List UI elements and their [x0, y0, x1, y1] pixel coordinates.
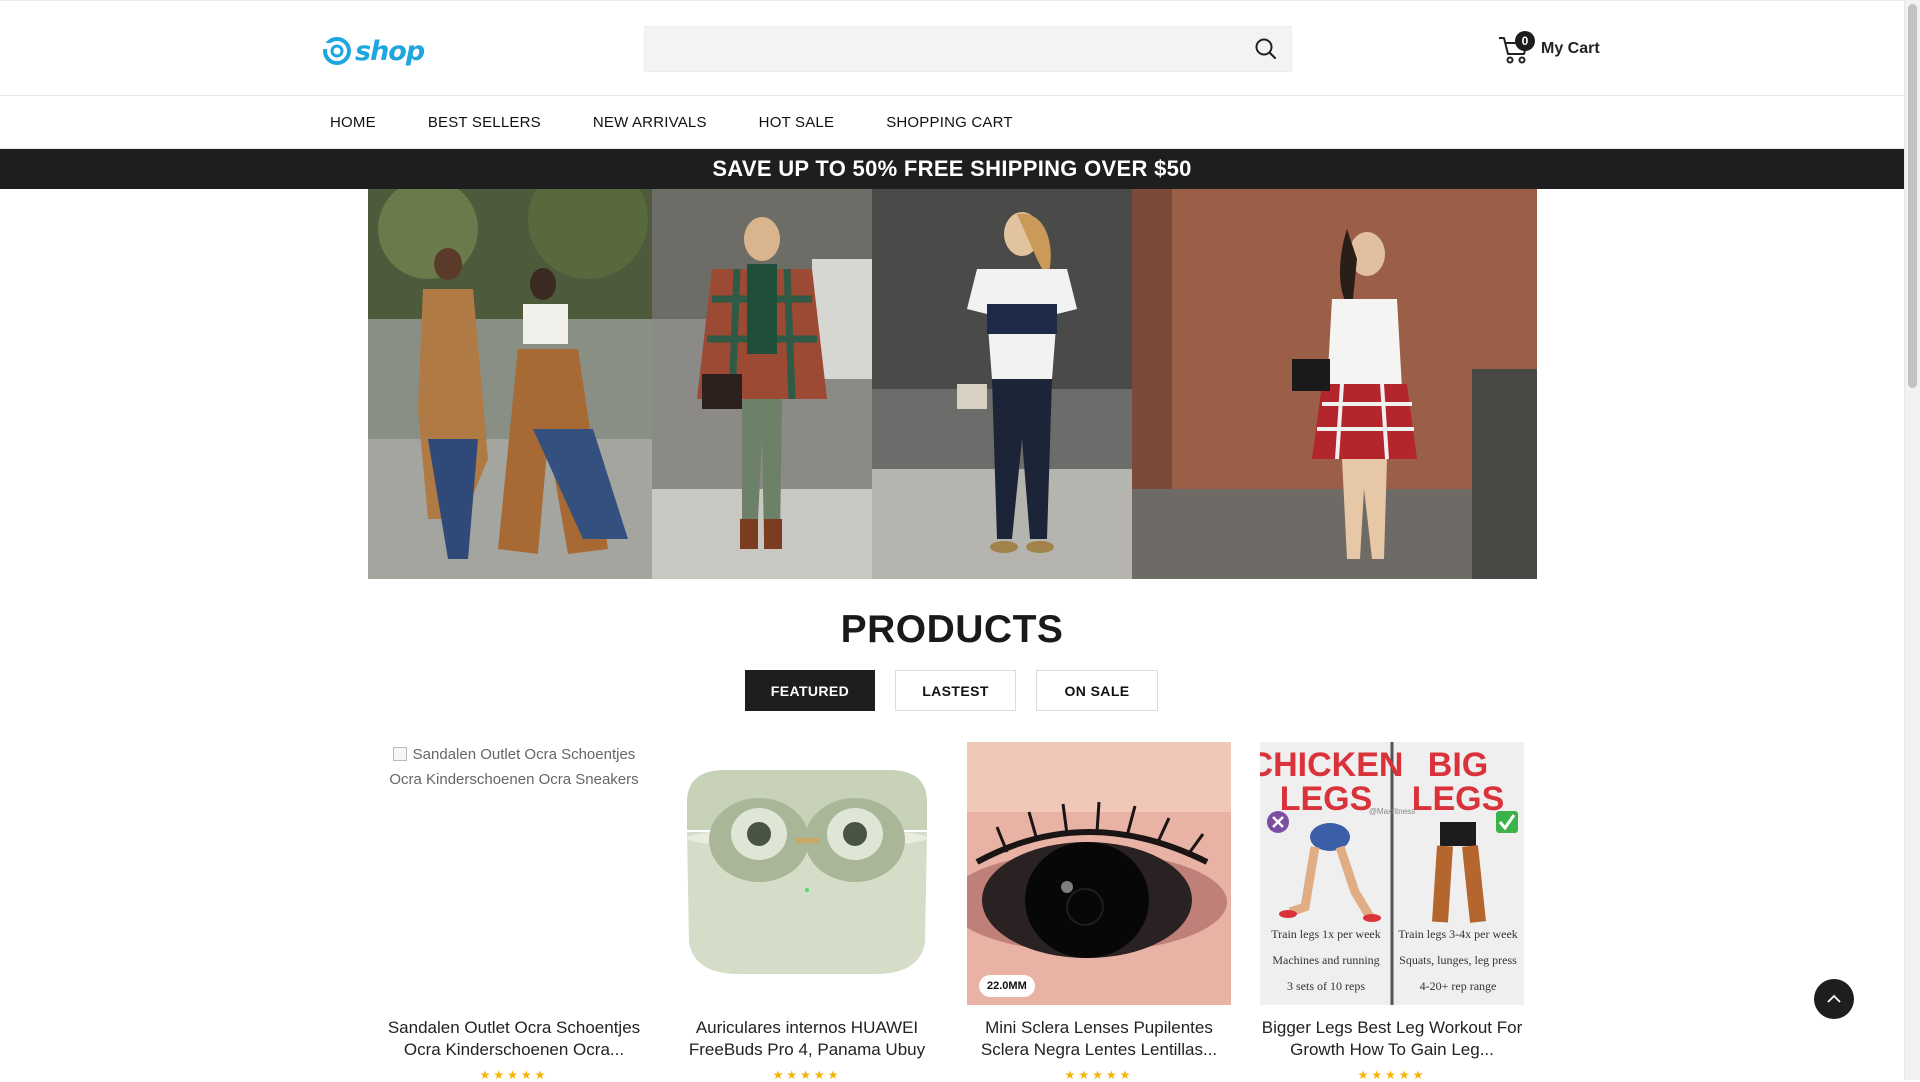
hero-banner[interactable] [368, 189, 1537, 579]
tab-lastest[interactable]: LASTEST [895, 670, 1016, 711]
site-header: shop 0 My Cart [0, 0, 1904, 96]
search-bar [644, 26, 1292, 72]
hero-image-brick-wall [1132, 189, 1537, 579]
hero-image-plaid-poncho [652, 189, 872, 579]
earbuds-case-image [675, 742, 939, 1005]
product-card[interactable]: CHICKEN LEGS BIG LEGS @Maxfitness Train … [1260, 742, 1524, 1082]
product-title[interactable]: Sandalen Outlet Ocra Schoentjes Ocra Kin… [376, 1017, 652, 1061]
nav-item-shopping-cart[interactable]: SHOPPING CART [886, 114, 1013, 131]
poster-left-heading-2: LEGS [1280, 780, 1373, 818]
product-card[interactable]: Sandalen Outlet Ocra Schoentjes Ocra Kin… [382, 742, 646, 1082]
hero-photo-3 [872, 189, 1132, 579]
site-logo[interactable]: shop [321, 31, 441, 71]
cart-icon-wrap: 0 [1497, 31, 1535, 66]
hero-photo-1 [368, 189, 652, 579]
search-input[interactable] [645, 27, 1235, 71]
poster-right-heading-1: BIG [1428, 746, 1488, 784]
hero-image-striped-tee [872, 189, 1132, 579]
poster-left-line-2: Machines and running [1272, 953, 1379, 967]
broken-image-icon [392, 747, 407, 761]
sclera-lens-image [967, 742, 1231, 1005]
product-image[interactable] [675, 742, 939, 1005]
poster-left-line-3: 3 sets of 10 reps [1287, 979, 1365, 993]
legs-poster-image: CHICKEN LEGS BIG LEGS @Maxfitness Train … [1260, 742, 1524, 1005]
poster-right-line-2: Squats, lunges, leg press [1399, 953, 1517, 967]
back-to-top-button[interactable] [1814, 979, 1854, 1019]
chevron-up-icon [1827, 994, 1841, 1003]
cart-label: My Cart [1541, 40, 1600, 57]
logo-swirl-icon [321, 37, 351, 65]
tab-featured[interactable]: FEATURED [745, 670, 875, 711]
product-title[interactable]: Bigger Legs Best Leg Workout For Growth … [1254, 1017, 1530, 1061]
search-button[interactable] [1253, 36, 1279, 62]
product-title[interactable]: Mini Sclera Lenses Pupilentes Sclera Neg… [961, 1017, 1237, 1061]
promo-banner: SAVE UP TO 50% FREE SHIPPING OVER $50 [0, 149, 1904, 189]
poster-left-line-1: Train legs 1x per week [1271, 927, 1381, 941]
poster-right-line-1: Train legs 3-4x per week [1398, 927, 1518, 941]
hero-image-street-duo [368, 189, 652, 579]
hero-photo-2 [652, 189, 872, 579]
nav-item-new-arrivals[interactable]: NEW ARRIVALS [593, 114, 707, 131]
lens-size-badge: 22.0MM [979, 975, 1035, 997]
poster-left-heading-1: CHICKEN [1260, 746, 1403, 784]
nav-item-hot-sale[interactable]: HOT SALE [759, 114, 835, 131]
product-title[interactable]: Auriculares internos HUAWEI FreeBuds Pro… [669, 1017, 945, 1061]
poster-right-line-3: 4-20+ rep range [1420, 979, 1497, 993]
product-image[interactable]: CHICKEN LEGS BIG LEGS @Maxfitness Train … [1260, 742, 1524, 1005]
product-card[interactable]: 22.0MM Mini Sclera Lenses Pupilentes Scl… [967, 742, 1231, 1082]
nav-item-best-sellers[interactable]: BEST SELLERS [428, 114, 541, 131]
poster-watermark: @Maxfitness [1369, 807, 1415, 816]
products-heading: PRODUCTS [840, 608, 1064, 651]
product-tabs: FEATURED LASTEST ON SALE [745, 670, 1178, 711]
product-image[interactable]: 22.0MM [967, 742, 1231, 1005]
scrollbar-thumb[interactable] [1908, 4, 1917, 388]
image-alt-text: Sandalen Outlet Ocra Schoentjes Ocra Kin… [389, 746, 639, 788]
main-nav: HOME BEST SELLERS NEW ARRIVALS HOT SALE … [0, 96, 1904, 149]
nav-item-home[interactable]: HOME [330, 114, 376, 131]
product-card[interactable]: Auriculares internos HUAWEI FreeBuds Pro… [675, 742, 939, 1082]
product-image[interactable]: Sandalen Outlet Ocra Schoentjes Ocra Kin… [382, 742, 646, 1005]
product-grid: Sandalen Outlet Ocra Schoentjes Ocra Kin… [382, 742, 1524, 1082]
page-scrollbar[interactable] [1904, 0, 1920, 1080]
poster-right-heading-2: LEGS [1412, 780, 1505, 818]
my-cart-button[interactable]: 0 My Cart [1497, 29, 1600, 69]
search-icon [1255, 38, 1277, 60]
broken-image-alt: Sandalen Outlet Ocra Schoentjes Ocra Kin… [384, 742, 644, 792]
hero-photo-4 [1132, 189, 1537, 579]
logo-text: shop [355, 35, 425, 67]
cart-count-badge: 0 [1515, 31, 1535, 51]
tab-on-sale[interactable]: ON SALE [1036, 670, 1158, 711]
